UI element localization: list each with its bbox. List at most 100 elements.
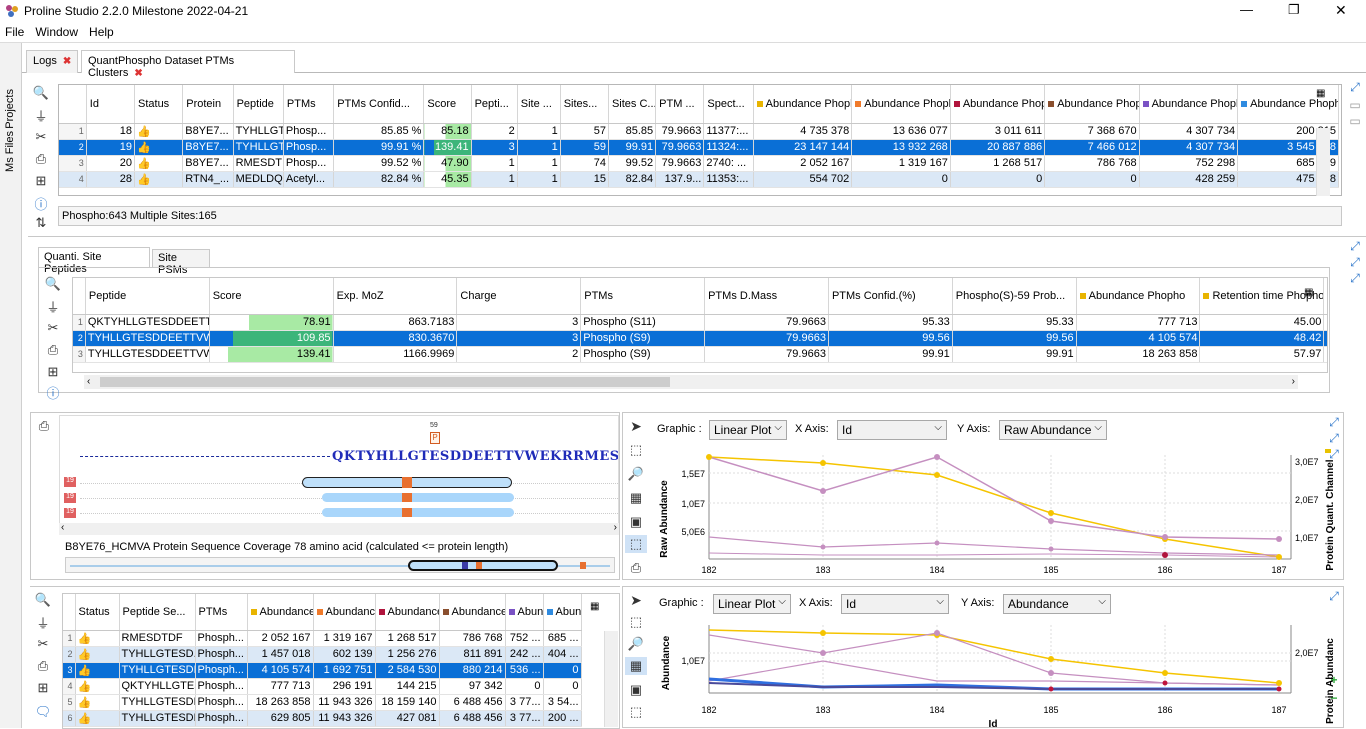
column-header[interactable]: Protein — [182, 85, 234, 124]
data-point[interactable] — [1162, 680, 1168, 686]
restore-button[interactable]: ❐ — [1288, 2, 1300, 18]
column-header[interactable]: Abun Phopho — [505, 594, 544, 631]
tab-ptms-clusters[interactable]: QuantPhospho Dataset PTMs Clusters ✖ — [81, 50, 295, 79]
export-icon[interactable]: ⎙ — [32, 657, 54, 675]
column-header[interactable]: PTMs — [195, 594, 248, 631]
column-header[interactable]: Abundance Phopho — [851, 85, 951, 124]
column-header[interactable]: Peptide Se... — [119, 594, 196, 631]
filter-icon[interactable]: ⏚ — [42, 297, 64, 315]
undock-icon[interactable]: ⤢ — [1325, 447, 1343, 465]
tools-icon[interactable]: ✂ — [32, 635, 54, 653]
grid-icon[interactable]: ▦ — [625, 489, 647, 507]
column-header[interactable]: Abundance Phopho — [753, 85, 853, 124]
column-header[interactable]: Abun Phopho — [543, 594, 582, 631]
column-header[interactable]: PTMs Confid... — [333, 85, 425, 124]
column-header[interactable]: Abundance Phopho — [1139, 85, 1239, 124]
column-header[interactable]: Sites... — [560, 85, 609, 124]
filter-icon[interactable]: ⏚ — [30, 106, 52, 124]
split-icon[interactable]: ⇅ — [30, 214, 52, 232]
data-point[interactable] — [1276, 680, 1282, 686]
remove-plot-icon[interactable]: − — [1325, 691, 1343, 709]
area-select-icon[interactable]: ⬚ — [625, 703, 647, 721]
tab-ms-files[interactable]: Ms Files — [4, 131, 16, 172]
table-row[interactable]: 6👍 TYHLLGTESDDEIPhosph...629 80511 943 32… — [63, 710, 619, 727]
area-select-icon[interactable]: ⬚ — [625, 535, 647, 553]
info-icon[interactable]: ⓘ — [30, 194, 52, 212]
peptide-bar[interactable] — [322, 493, 514, 502]
column-header[interactable]: Exp. MoZ — [333, 278, 458, 315]
table-row[interactable]: 2 👍 TYHLLGTESD... Phosph... 1 457 018 602 139… — [63, 646, 619, 663]
data-point[interactable] — [1162, 552, 1168, 558]
scrollbar-thumb[interactable] — [100, 377, 670, 387]
clusters-vertical-scrollbar[interactable] — [1316, 128, 1330, 196]
peptide-bar[interactable] — [322, 508, 514, 517]
data-point[interactable] — [1048, 546, 1054, 552]
export-icon[interactable]: ⎙ — [33, 417, 55, 435]
table-row[interactable]: 3👍 TYHLLGTESDDEPhosph...4 105 5741 692 75… — [63, 662, 619, 679]
column-header[interactable]: Peptide — [233, 85, 284, 124]
add-icon[interactable]: ⊞ — [42, 363, 64, 381]
column-header[interactable]: Abundance Phopho — [313, 594, 376, 631]
y-axis-select[interactable]: Raw Abundance ⌵ — [999, 420, 1107, 440]
zoom-icon[interactable]: 🔎 — [625, 635, 647, 653]
table-row[interactable]: 118👍B8YE7...TYHLLGTEPhosp...85.85 %85.18… — [59, 123, 1339, 140]
column-header[interactable]: Site ... — [517, 85, 561, 124]
column-header[interactable]: PTMs Confid.(%) — [828, 278, 953, 315]
minimize-button[interactable]: — — [1240, 2, 1253, 17]
data-point[interactable] — [1276, 554, 1282, 560]
x-axis-select[interactable]: Id ⌵ — [841, 594, 949, 614]
coverage-window[interactable] — [408, 560, 558, 571]
column-header[interactable]: Abundance Phopho — [1044, 85, 1140, 124]
column-header[interactable]: PTMs — [580, 278, 706, 315]
close-button[interactable]: ✕ — [1335, 2, 1347, 19]
column-chooser-icon[interactable]: ▦ — [1316, 88, 1330, 102]
scroll-right-icon[interactable]: › — [1289, 375, 1298, 388]
data-point[interactable] — [1276, 686, 1282, 692]
tab-site-psms[interactable]: Site PSMs — [152, 249, 210, 276]
table-row[interactable]: 3 TYHLLGTESDDEETTVWE 139.41 1166.9969 2 Phosp… — [73, 346, 1327, 363]
column-header[interactable]: Phospho(S)-59 Prob... — [952, 278, 1077, 315]
graphic-select[interactable]: Linear Plot ⌵ — [709, 420, 787, 440]
column-header[interactable]: Abundance Phopho — [950, 85, 1046, 124]
column-chooser-icon[interactable]: ▦ — [590, 601, 599, 612]
data-point[interactable] — [1048, 510, 1054, 516]
table-row[interactable]: 1 QKTYHLLGTESDDEETTV 78.91 863.7183 3 Phospho… — [73, 314, 1327, 331]
menu-help[interactable]: Help — [84, 23, 120, 39]
menu-file[interactable]: File — [0, 23, 30, 39]
table-row[interactable]: 219👍 B8YE7...TYHLLGTEPhosp...99.91 %139.4… — [59, 139, 1339, 156]
export-icon[interactable]: ⎙ — [625, 559, 647, 577]
peptide-vertical-scrollbar[interactable] — [604, 631, 618, 727]
column-header[interactable]: Abundance Phopho — [439, 594, 506, 631]
column-header[interactable]: Pepti... — [471, 85, 518, 124]
column-header[interactable]: Score — [209, 278, 334, 315]
column-header[interactable]: Status — [75, 594, 120, 631]
column-header[interactable]: Abundance Phopho — [375, 594, 440, 631]
column-header[interactable]: Status — [134, 85, 184, 124]
table-row[interactable]: 5👍 TYHLLGTESDDEPhosph...18 263 85811 943 … — [63, 694, 619, 711]
add-icon[interactable]: ⊞ — [30, 172, 52, 190]
raw-abundance-chart[interactable]: Raw Abundance Protein Quant. Channel 1,5… — [653, 449, 1343, 579]
data-point[interactable] — [934, 630, 940, 636]
scroll-left-icon[interactable]: ‹ — [84, 375, 93, 388]
info-icon[interactable]: ⓘ — [42, 383, 64, 401]
data-point[interactable] — [820, 650, 826, 656]
search-icon[interactable]: 🔍 — [32, 591, 54, 609]
y-axis-select[interactable]: Abundance ⌵ — [1003, 594, 1111, 614]
add-plot-icon[interactable]: + — [1325, 673, 1343, 691]
sequence-canvas[interactable]: 59 P QKTYHLLGTESDDEETTVWEKRRMESDTDF 19 1… — [59, 415, 619, 535]
column-header[interactable]: Sites C... — [608, 85, 657, 124]
column-header[interactable]: Abundance Phopho — [247, 594, 314, 631]
maximize-icon[interactable]: ⤢ — [1325, 589, 1343, 607]
table-row[interactable]: 428👍 RTN4_...MEDLDQSAcetyl...82.84 %45.35… — [59, 171, 1339, 188]
coverage-overview[interactable] — [65, 557, 615, 573]
search-icon[interactable]: 🔍 — [30, 84, 52, 102]
data-point[interactable] — [820, 544, 826, 550]
graphic-select[interactable]: Linear Plot ⌵ — [713, 594, 791, 614]
export-icon[interactable]: ⎙ — [42, 341, 64, 359]
export-icon[interactable]: ⎙ — [30, 150, 52, 168]
zoom-icon[interactable]: 🔎 — [625, 465, 647, 483]
filter-icon[interactable]: ⏚ — [32, 613, 54, 631]
add-icon[interactable]: ⊞ — [32, 679, 54, 697]
image-export-icon[interactable]: ▣ — [625, 513, 647, 531]
image-export-icon[interactable]: ▣ — [625, 681, 647, 699]
